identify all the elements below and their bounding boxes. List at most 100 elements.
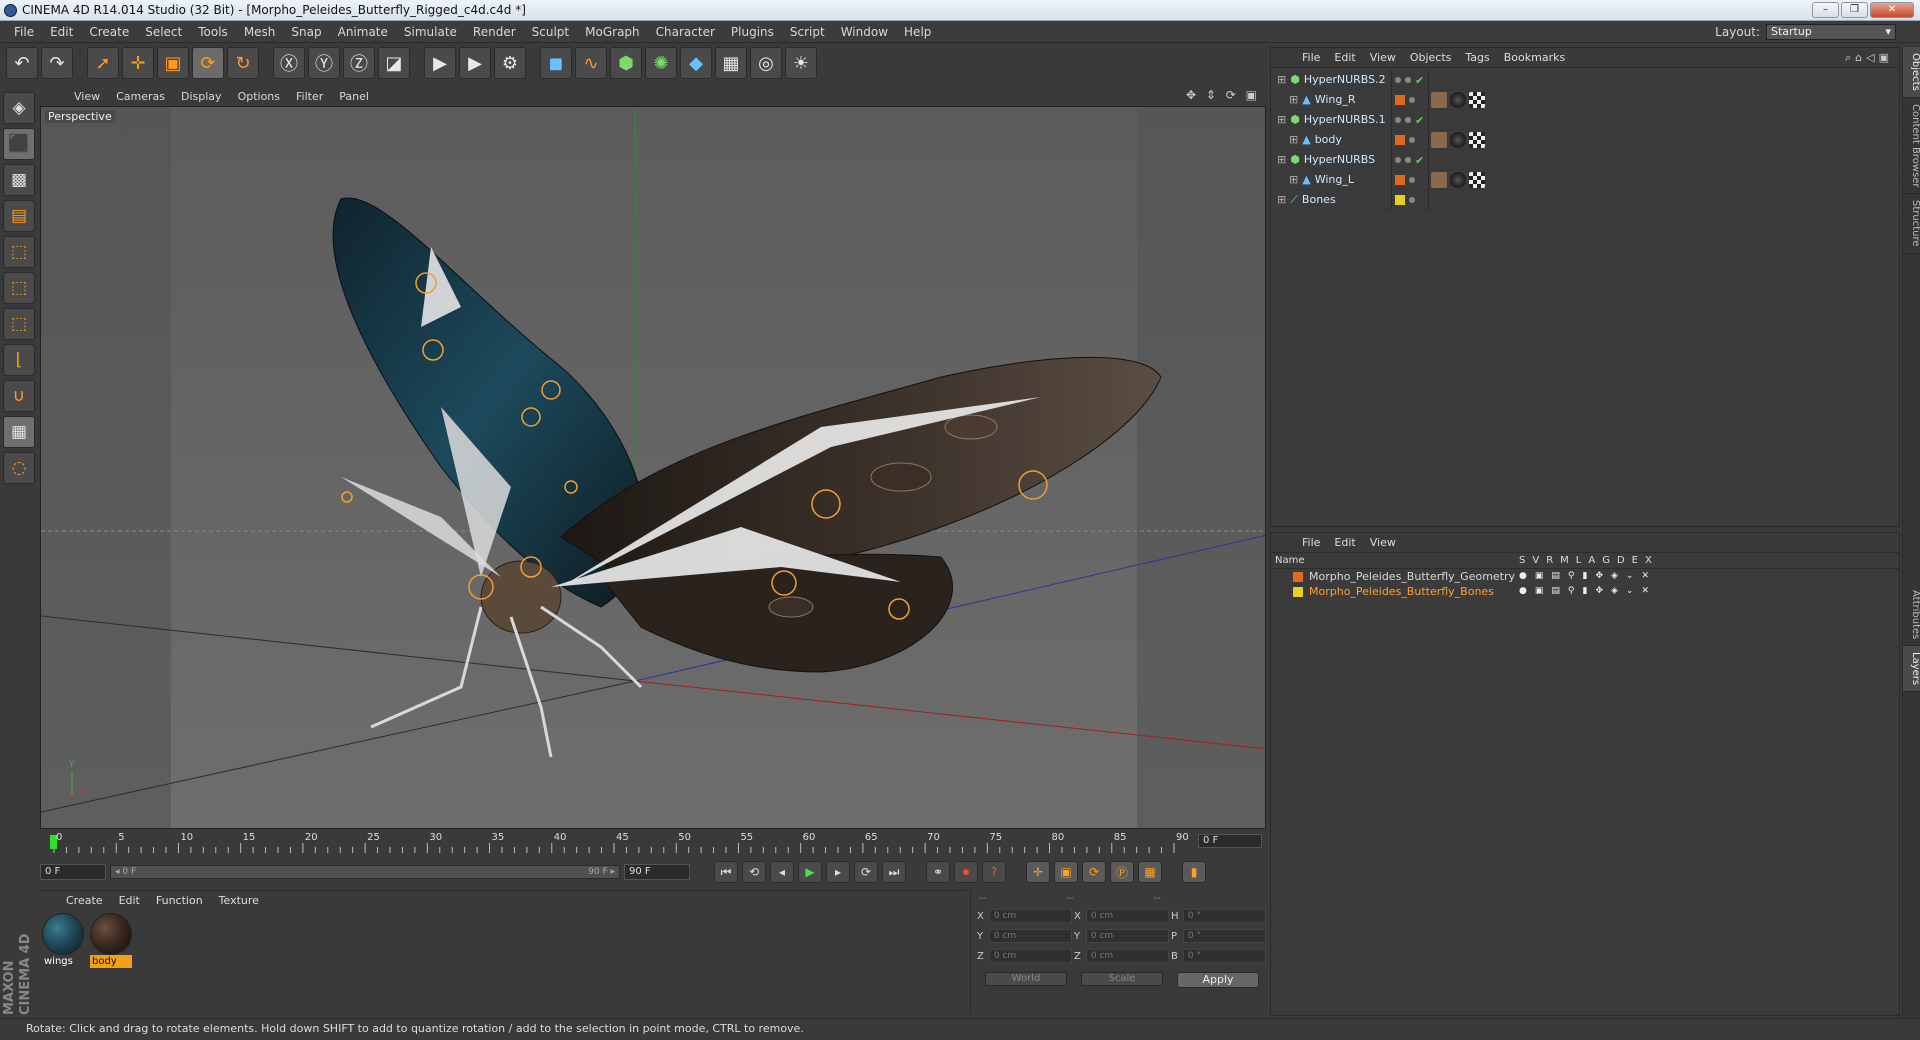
objects-menu-view[interactable]: View [1363,51,1403,64]
layer-toggle-icons[interactable]: ● ▣ ▤ ⚲ ▮ ✥ ◈ ⌄ ✕ [1519,571,1649,581]
objects-menu-file[interactable]: File [1295,51,1327,64]
menu-plugins[interactable]: Plugins [723,25,782,39]
object-name[interactable]: HyperNURBS.2 [1304,73,1386,86]
render-settings-icon[interactable]: ⚙ [494,47,526,79]
viewport-menu-filter[interactable]: Filter [288,90,331,103]
live-selection-icon[interactable]: ➚ [87,47,119,79]
layer-toggle-icon[interactable]: ● [1519,586,1527,596]
render-view-icon[interactable]: ▶ [424,47,456,79]
weight-tag-icon[interactable] [1431,132,1447,148]
menu-animate[interactable]: Animate [330,25,396,39]
expand-icon[interactable]: ⊞ [1289,173,1298,186]
viewport-menu-cameras[interactable]: Cameras [108,90,173,103]
timeline-window-icon[interactable]: ▮ [1182,861,1206,883]
material-menu-create[interactable]: Create [58,894,111,907]
material-menu-edit[interactable]: Edit [111,894,148,907]
goto-end-icon[interactable]: ⏭ [882,861,906,883]
enable-check-icon[interactable]: ✔ [1415,114,1424,127]
layer-toggle-icon[interactable]: ✕ [1641,586,1649,596]
rotation-p-field[interactable]: 0 ° [1182,929,1266,943]
menu-sculpt[interactable]: Sculpt [524,25,577,39]
layer-color-swatch[interactable] [1395,95,1405,105]
key-position-icon[interactable]: ✛ [1026,861,1050,883]
layer-list[interactable]: Morpho_Peleides_Butterfly_Geometry ● ▣ ▤ ⚲ ▮ ✥… [1271,569,1899,599]
layer-color-swatch[interactable] [1395,77,1401,83]
menu-mograph[interactable]: MoGraph [577,25,648,39]
objects-menu-tags[interactable]: Tags [1458,51,1496,64]
nurbs-icon[interactable]: ⬢ [610,47,642,79]
tab-layers[interactable]: Layers [1903,646,1920,693]
tab-content-browser[interactable]: Content Browser [1903,98,1920,195]
menu-character[interactable]: Character [648,25,723,39]
visibility-dot[interactable] [1405,77,1411,83]
soft-selection-icon[interactable]: ◌ [3,452,35,484]
key-param-icon[interactable]: Ⓟ [1110,861,1134,883]
material-tag-icon[interactable] [1450,172,1466,188]
visibility-dot[interactable] [1409,197,1415,203]
menu-snap[interactable]: Snap [283,25,329,39]
object-name[interactable]: body [1315,133,1342,146]
viewport-menu-panel[interactable]: Panel [331,90,377,103]
weight-tag-icon[interactable] [1431,92,1447,108]
key-scale-icon[interactable]: ▣ [1054,861,1078,883]
position-z-field[interactable]: 0 cm [988,949,1072,963]
goto-next-key-icon[interactable]: ⟳ [854,861,878,883]
close-button[interactable]: ✕ [1870,2,1914,18]
rotate-icon[interactable]: ⟳ [192,47,224,79]
prev-frame-icon[interactable]: ◂ [770,861,794,883]
layer-toggle-icon[interactable]: ● [1519,571,1527,581]
visibility-dot[interactable] [1409,97,1415,103]
texture-tag-icon[interactable] [1469,92,1485,108]
viewport-navigation-icons[interactable]: ✥ ⇕ ⟳ ▣ [1186,88,1260,102]
weight-tag-icon[interactable] [1431,172,1447,188]
make-editable-icon[interactable]: ◈ [3,92,35,124]
object-row[interactable]: ⊞ ⟋ Bones [1271,190,1901,210]
layer-column-header[interactable]: A [1588,553,1595,569]
expand-icon[interactable]: ⊞ [1277,193,1286,206]
viewport-menu-options[interactable]: Options [230,90,288,103]
layer-row[interactable]: Morpho_Peleides_Butterfly_Geometry ● ▣ ▤ ⚲ ▮ ✥… [1271,569,1899,584]
objects-menu-bookmarks[interactable]: Bookmarks [1497,51,1572,64]
menu-script[interactable]: Script [782,25,833,39]
current-frame-field[interactable]: 0 F [1198,834,1262,848]
layers-menu-file[interactable]: File [1295,536,1327,549]
layers-menu-view[interactable]: View [1363,536,1403,549]
menu-edit[interactable]: Edit [42,25,81,39]
key-rotation-icon[interactable]: ⟳ [1082,861,1106,883]
goto-prev-key-icon[interactable]: ⟲ [742,861,766,883]
tab-attributes[interactable]: Attributes [1903,584,1920,647]
layer-color-swatch[interactable] [1395,135,1405,145]
layer-color-swatch[interactable] [1395,117,1401,123]
x-axis-lock-icon[interactable]: Ⓧ [273,47,305,79]
coordinate-space-select[interactable]: World [985,972,1067,986]
objects-menu-objects[interactable]: Objects [1403,51,1459,64]
size-mode-select[interactable]: Scale [1081,972,1163,986]
enable-check-icon[interactable]: ✔ [1415,154,1424,167]
next-frame-icon[interactable]: ▸ [826,861,850,883]
scale-icon[interactable]: ▣ [157,47,189,79]
material-body[interactable]: body [90,913,132,968]
position-y-field[interactable]: 0 cm [988,929,1072,943]
preview-range-slider[interactable]: ◂ 0 F 90 F ▸ [110,865,620,879]
size-z-field[interactable]: 0 cm [1085,949,1169,963]
light-icon[interactable]: ☀ [785,47,817,79]
layer-column-header[interactable]: V [1532,553,1539,569]
menu-select[interactable]: Select [137,25,190,39]
undo-icon[interactable]: ↶ [6,47,38,79]
object-name[interactable]: HyperNURBS [1304,153,1375,166]
play-icon[interactable]: ▶ [798,861,822,883]
apply-button[interactable]: Apply [1177,972,1259,988]
viewport-scene[interactable]: Y [41,107,1266,829]
y-axis-lock-icon[interactable]: Ⓨ [308,47,340,79]
menu-simulate[interactable]: Simulate [396,25,465,39]
object-row[interactable]: ⊞ ⬢ HyperNURBS.2 ✔ [1271,70,1901,90]
layer-color-swatch[interactable] [1395,175,1405,185]
layer-column-header[interactable]: X [1645,553,1652,569]
object-row[interactable]: ⊞ ▲ Wing_L [1271,170,1901,190]
layer-color-swatch[interactable] [1293,586,1303,597]
workplane-icon[interactable]: ▤ [3,200,35,232]
perspective-viewport[interactable]: Y Perspective [40,106,1266,829]
visibility-dot[interactable] [1405,117,1411,123]
viewport-menu-view[interactable]: View [66,90,108,103]
object-name[interactable]: HyperNURBS.1 [1304,113,1386,126]
